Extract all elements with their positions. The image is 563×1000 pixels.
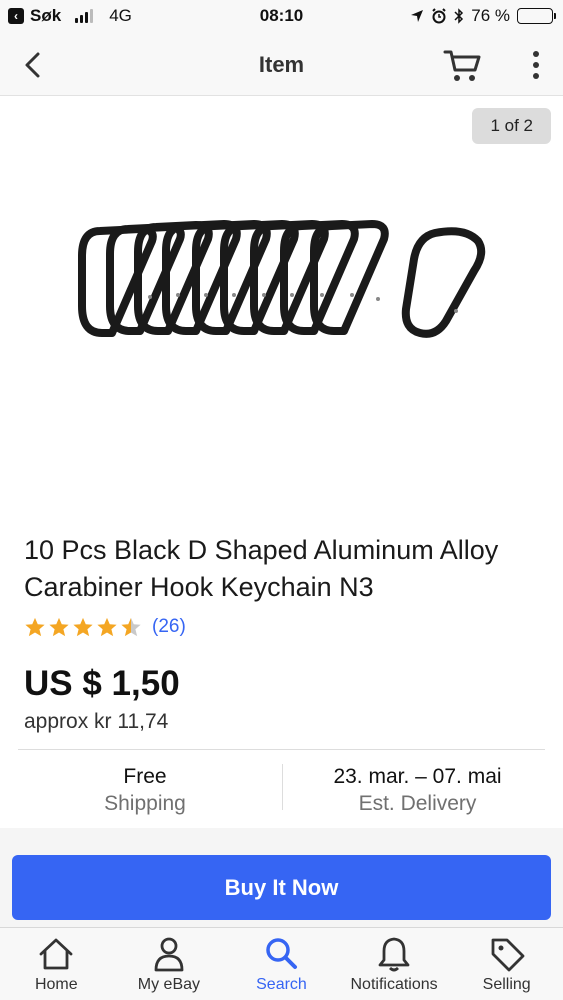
location-icon — [411, 10, 424, 22]
shipping-sub: Shipping — [104, 792, 186, 815]
approx-price: approx kr 11,74 — [24, 710, 169, 733]
image-page-indicator: 1 of 2 — [472, 108, 551, 144]
bluetooth-icon — [454, 8, 464, 24]
delivery-sub: Est. Delivery — [358, 792, 477, 815]
product-image[interactable] — [70, 211, 490, 351]
battery-icon — [517, 8, 556, 24]
tab-home[interactable]: Home — [0, 928, 113, 1000]
tag-icon — [491, 938, 525, 972]
rating-count-link[interactable]: (26) — [152, 616, 186, 638]
nav-bar: Item — [0, 34, 563, 96]
home-icon — [39, 938, 73, 970]
battery-percent: 76 % — [471, 6, 510, 25]
image-gallery[interactable]: 1 of 2 — [0, 96, 563, 518]
star-icon — [73, 617, 93, 637]
tab-label: Search — [256, 976, 307, 993]
tab-bar: Home My eBay Search Notifications Sellin… — [0, 927, 563, 1000]
user-icon — [154, 937, 184, 972]
tab-notifications[interactable]: Notifications — [338, 928, 451, 1000]
star-icon — [49, 617, 69, 637]
tab-label: Notifications — [350, 976, 438, 993]
delivery-dates: 23. mar. – 07. mai — [333, 765, 502, 788]
search-icon — [266, 938, 298, 969]
half-star-icon — [121, 617, 141, 637]
tab-search[interactable]: Search — [225, 928, 338, 1000]
price: US $ 1,50 — [24, 664, 180, 703]
item-title: 10 Pcs Black D Shaped Aluminum Alloy Car… — [24, 535, 499, 602]
more-vertical-icon[interactable] — [529, 50, 543, 80]
shipping-delivery-row: Free Shipping 23. mar. – 07. mai Est. De… — [0, 750, 563, 820]
buy-it-now-button[interactable]: Buy It Now — [12, 855, 551, 920]
tab-label: Home — [34, 976, 78, 993]
alarm-icon — [432, 8, 446, 24]
item-details: 10 Pcs Black D Shaped Aluminum Alloy Car… — [0, 518, 563, 828]
tab-my-ebay[interactable]: My eBay — [113, 928, 226, 1000]
cart-icon[interactable] — [443, 46, 483, 84]
tab-label: Selling — [482, 976, 531, 993]
shipping-main: Free — [123, 765, 167, 788]
status-bar: ‹ Søk 4G 08:10 76 % — [0, 0, 563, 34]
rating[interactable]: (26) — [24, 616, 186, 638]
shipping-info: Free Shipping — [0, 763, 290, 817]
delivery-info: 23. mar. – 07. mai Est. Delivery — [280, 763, 555, 817]
status-right: 76 % — [410, 6, 556, 26]
star-icon — [25, 617, 45, 637]
star-icon — [97, 617, 117, 637]
tab-label: My eBay — [137, 976, 201, 993]
tab-selling[interactable]: Selling — [450, 928, 563, 1000]
bell-icon — [378, 937, 410, 972]
